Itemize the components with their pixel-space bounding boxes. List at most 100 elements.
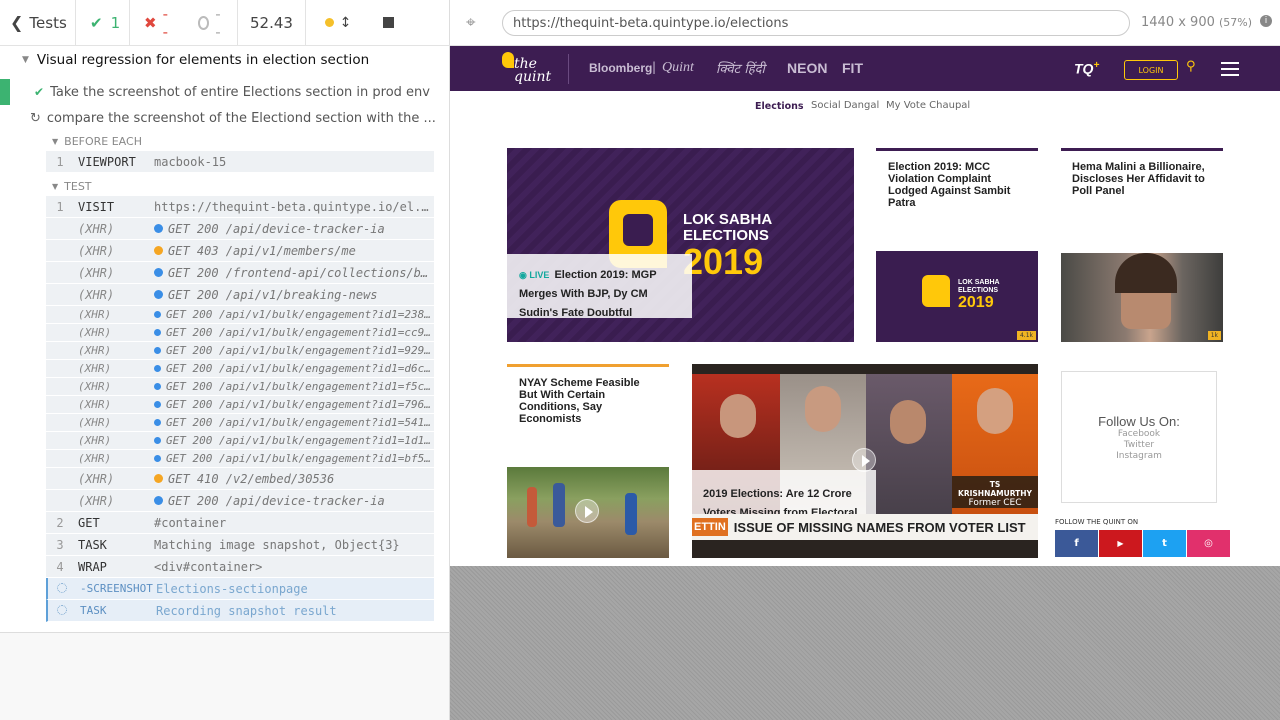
command-message: GET 200 /api/device-tracker-ia [168, 221, 385, 236]
tq-link[interactable]: TQ+ [1074, 60, 1099, 77]
command-row[interactable]: 2 GET #container [46, 512, 434, 534]
running-indicator[interactable]: ↕ [306, 0, 370, 46]
command-row[interactable]: -SCREENSHOT Elections-sectionpage [46, 578, 434, 600]
command-row[interactable]: (XHR) GET 200 /api/v1/breaking-news [46, 284, 434, 306]
facebook-button[interactable]: f [1055, 530, 1098, 557]
login-button[interactable]: LOGIN [1124, 60, 1178, 80]
command-row[interactable]: (XHR) GET 200 /frontend-api/collections/b… [46, 262, 434, 284]
status-dot-icon [324, 18, 334, 27]
command-number [48, 604, 76, 618]
play-icon[interactable] [575, 499, 599, 523]
command-row[interactable]: (XHR) GET 200 /api/v1/bulk/engagement?id1… [46, 432, 434, 450]
command-name: TASK [80, 604, 107, 617]
subnav-social-dangal[interactable]: Social Dangal [811, 100, 879, 111]
play-icon[interactable] [852, 448, 876, 472]
menu-icon[interactable] [1221, 62, 1239, 76]
live-badge: ◉ LIVE [519, 270, 550, 280]
follow-link-twitter[interactable]: Twitter [1062, 440, 1216, 451]
command-row[interactable]: TASK Recording snapshot result [46, 600, 434, 622]
story-card-mcc[interactable]: Election 2019: MCC Violation Complaint L… [876, 148, 1038, 342]
command-row[interactable]: 3 TASK Matching image snapshot, Object{3} [46, 534, 434, 556]
nav-bloomberg[interactable]: Bloomberg [589, 61, 652, 75]
command-row[interactable]: 1 VIEWPORT macbook-15 [46, 151, 434, 173]
before-each-header[interactable]: ▼ BEFORE EACH [0, 134, 449, 148]
info-icon[interactable]: i [1260, 15, 1272, 27]
command-row[interactable]: (XHR) GET 200 /api/device-tracker-ia [46, 218, 434, 240]
selector-playground-icon[interactable]: ⌖ [466, 13, 476, 33]
site-logo[interactable]: the quint [500, 50, 560, 88]
command-message: #container [154, 515, 227, 530]
command-name: GET [78, 515, 100, 530]
command-message: GET 200 /api/v1/bulk/engagement?id1=929e… [166, 344, 434, 357]
hero-headline-box: ◉ LIVE Election 2019: MGP Merges With BJ… [507, 254, 692, 319]
story-card-nyay[interactable]: NYAY Scheme Feasible But With Certain Co… [507, 364, 669, 558]
caret-down-icon: ▼ [22, 55, 29, 65]
command-row[interactable]: (XHR) GET 200 /api/v1/bulk/engagement?id1… [46, 342, 434, 360]
status-dot-icon [154, 290, 163, 299]
subnav-my-vote-chaupal[interactable]: My Vote Chaupal [886, 100, 970, 111]
spinner-icon [57, 604, 67, 615]
command-name: (XHR) [78, 344, 112, 357]
worker-figure [625, 493, 637, 535]
nav-quint[interactable]: Quint [662, 60, 694, 76]
command-row[interactable]: (XHR) GET 200 /api/v1/bulk/engagement?id1… [46, 396, 434, 414]
url-text: https://thequint-beta.quintype.io/electi… [513, 15, 789, 31]
youtube-button[interactable]: ▶ [1099, 530, 1142, 557]
worker-figure [553, 483, 565, 527]
test-row-1[interactable]: ✔ Take the screenshot of entire Election… [0, 79, 449, 105]
stop-button[interactable] [370, 0, 406, 46]
command-row[interactable]: (XHR) GET 200 /api/v1/bulk/engagement?id1… [46, 378, 434, 396]
command-number: 4 [56, 559, 64, 574]
command-row[interactable]: (XHR) GET 200 /api/v1/bulk/engagement?id1… [46, 324, 434, 342]
runner-header: ❮ Tests ✔ 1 ✖ -- -- 52.43 ↕ [0, 0, 450, 46]
command-row[interactable]: (XHR) GET 200 /api/v1/bulk/engagement?id1… [46, 414, 434, 432]
election-logo-q [922, 275, 950, 307]
url-display[interactable]: https://thequint-beta.quintype.io/electi… [502, 10, 1130, 36]
app-under-test-panel: ⌖ https://thequint-beta.quintype.io/elec… [450, 0, 1280, 720]
suite-title-row[interactable]: ▼ Visual regression for elements in elec… [0, 51, 449, 69]
command-row[interactable]: (XHR) GET 410 /v2/embed/30536 [46, 468, 434, 490]
twitter-button[interactable]: t [1143, 530, 1186, 557]
worker-figure [527, 487, 537, 527]
status-dot-icon [154, 347, 161, 354]
follow-link-facebook[interactable]: Facebook [1062, 429, 1216, 440]
instagram-button[interactable]: ◎ [1187, 530, 1230, 557]
video-story-card[interactable]: TS KRISHNAMURTHY Former CEC 2019 Electio… [692, 364, 1038, 558]
test-hook-label: TEST [64, 179, 92, 193]
command-name: WRAP [78, 559, 107, 574]
status-dot-icon [154, 437, 161, 444]
command-row[interactable]: (XHR) GET 200 /api/v1/bulk/engagement?id1… [46, 306, 434, 324]
spinner-icon [57, 582, 67, 593]
ticker-text: ISSUE OF MISSING NAMES FROM VOTER LIST [733, 519, 1026, 535]
stop-icon [382, 17, 394, 28]
follow-bar-label: FOLLOW THE QUINT ON [1055, 518, 1139, 526]
nav-fit[interactable]: FIT [842, 60, 863, 76]
test-row-2[interactable]: ↻ compare the screenshot of the Election… [0, 109, 449, 127]
command-message: GET 200 /frontend-api/collections/b... [168, 265, 434, 280]
search-icon[interactable]: ⚲ [1186, 59, 1196, 74]
command-row[interactable]: 4 WRAP <div#container> [46, 556, 434, 578]
command-name: (XHR) [78, 243, 115, 258]
check-icon: ✔ [34, 85, 45, 99]
command-row[interactable]: (XHR) GET 403 /api/v1/members/me [46, 240, 434, 262]
story-image: LOK SABHA ELECTIONS 2019 4.1k [876, 251, 1038, 342]
command-message: <div#container> [154, 559, 263, 574]
command-name: (XHR) [78, 287, 115, 302]
sub-nav: Elections Social Dangal My Vote Chaupal [450, 91, 1280, 121]
nav-neon[interactable]: NEON [787, 60, 827, 76]
tests-back-button[interactable]: ❮ Tests [0, 0, 76, 46]
command-row[interactable]: (XHR) GET 200 /api/device-tracker-ia [46, 490, 434, 512]
command-row[interactable]: (XHR) GET 200 /api/v1/bulk/engagement?id1… [46, 450, 434, 468]
nav-hindi[interactable]: क्विंट हिंदी [716, 59, 765, 77]
follow-link-instagram[interactable]: Instagram [1062, 451, 1216, 462]
status-dot-icon [154, 311, 161, 318]
command-row[interactable]: 1 VISIT https://thequint-beta.quintype.io/… [46, 196, 434, 218]
facebook-icon: f [1074, 538, 1079, 549]
subnav-elections[interactable]: Elections [755, 101, 804, 112]
hero-story-card[interactable]: LOK SABHA ELECTIONS 2019 ◉ LIVE Election… [507, 148, 854, 342]
command-row[interactable]: (XHR) GET 200 /api/v1/bulk/engagement?id1… [46, 360, 434, 378]
command-message: Recording snapshot result [156, 603, 337, 618]
test-hook-header[interactable]: ▼ TEST [0, 179, 449, 193]
duration-display: 52.43 [238, 0, 306, 46]
story-card-hema[interactable]: Hema Malini a Billionaire, Discloses Her… [1061, 148, 1223, 342]
